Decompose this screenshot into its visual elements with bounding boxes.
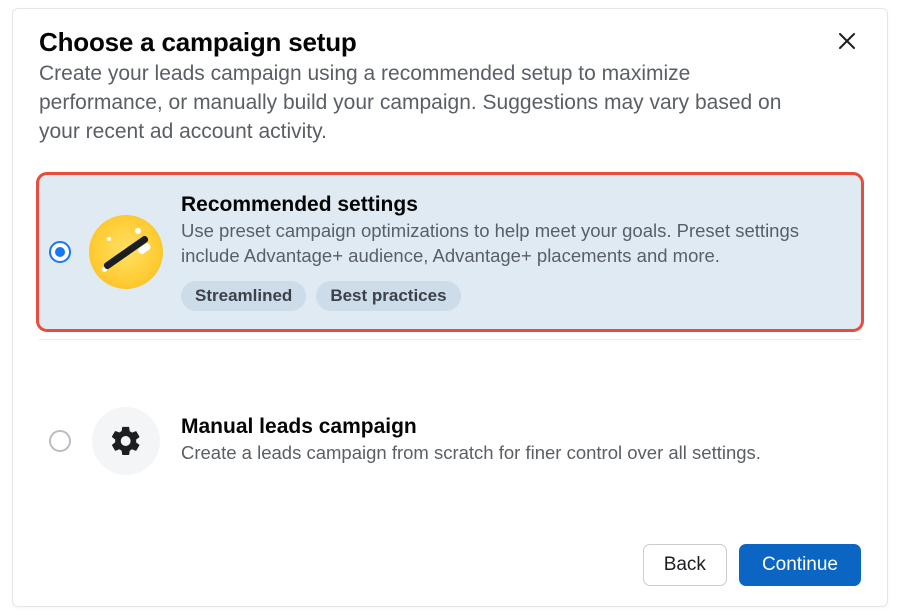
back-button[interactable]: Back [643,544,727,586]
gear-icon [89,404,163,478]
magic-wand-icon [89,215,163,289]
modal-footer: Back Continue [39,526,861,586]
option-recommended-body: Recommended settings Use preset campaign… [181,193,843,311]
radio-recommended[interactable] [49,241,71,263]
divider [39,339,861,340]
modal-header: Choose a campaign setup Create your lead… [39,27,861,147]
modal-subtitle: Create your leads campaign using a recom… [39,60,819,147]
option-recommended-tags: Streamlined Best practices [181,281,843,311]
option-recommended[interactable]: Recommended settings Use preset campaign… [39,175,861,329]
option-manual-body: Manual leads campaign Create a leads cam… [181,415,843,466]
options-group: Recommended settings Use preset campaign… [39,175,861,496]
campaign-setup-modal: Choose a campaign setup Create your lead… [12,8,888,607]
option-recommended-desc: Use preset campaign optimizations to hel… [181,219,843,269]
modal-title: Choose a campaign setup [39,27,819,58]
option-manual-title: Manual leads campaign [181,415,843,439]
close-button[interactable] [833,27,861,60]
tag-streamlined: Streamlined [181,281,306,311]
tag-best-practices: Best practices [316,281,460,311]
header-text: Choose a campaign setup Create your lead… [39,27,819,147]
option-recommended-title: Recommended settings [181,193,843,217]
option-manual-desc: Create a leads campaign from scratch for… [181,441,843,466]
continue-button[interactable]: Continue [739,544,861,586]
close-icon [837,30,857,57]
radio-manual[interactable] [49,430,71,452]
option-manual[interactable]: Manual leads campaign Create a leads cam… [39,386,861,496]
